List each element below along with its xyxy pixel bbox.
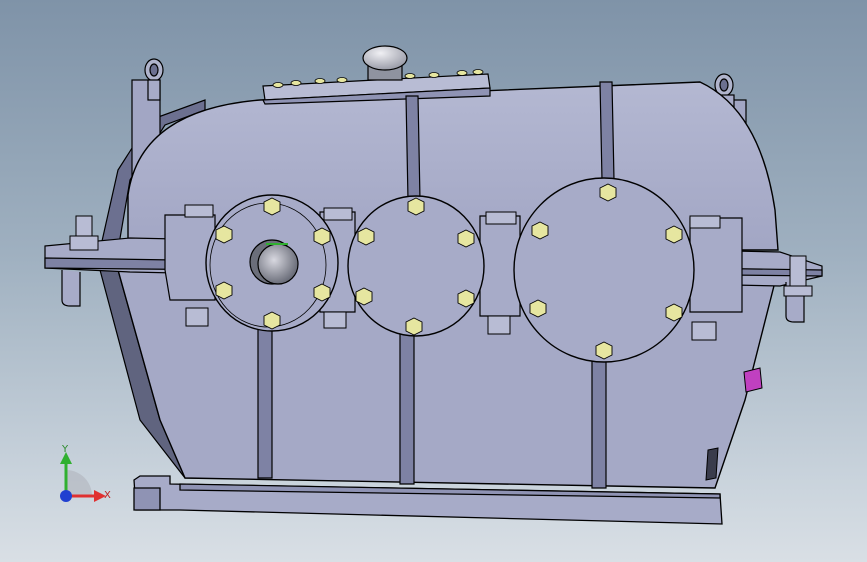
gearbox-model[interactable]: Y X: [0, 0, 867, 562]
y-axis-label: Y: [61, 444, 69, 455]
graphics-viewport[interactable]: Y X: [0, 0, 867, 562]
coordinate-triad: Y X: [60, 444, 111, 502]
bearing-cover-output: [513, 177, 695, 363]
breather-cap: [362, 45, 408, 81]
bearing-cover-intermediate: [347, 195, 485, 337]
z-axis-dot: [60, 490, 72, 502]
x-axis-label: X: [104, 490, 111, 501]
